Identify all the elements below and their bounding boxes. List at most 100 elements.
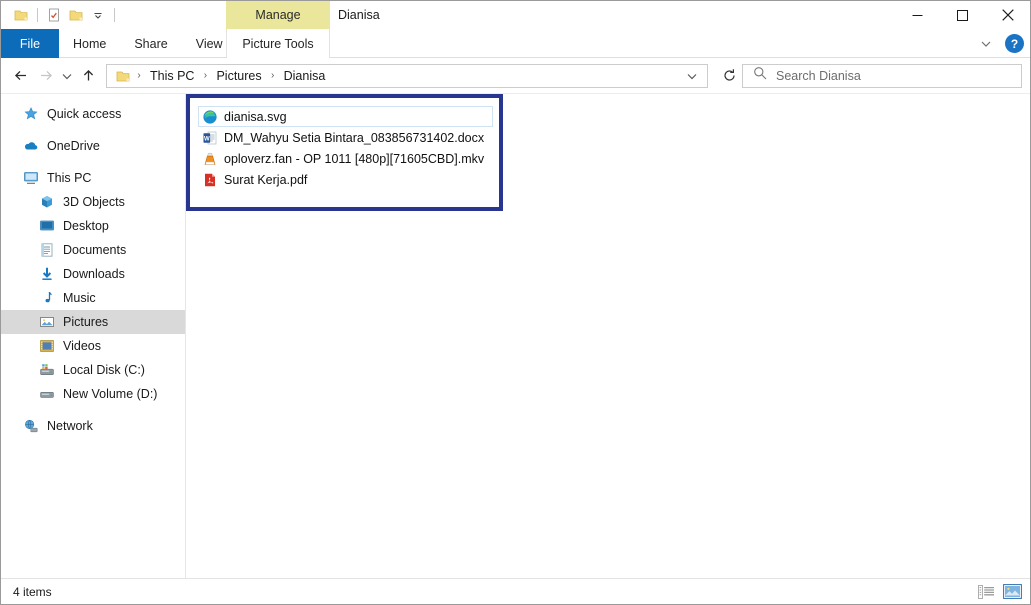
network-icon [23,418,39,434]
address-dropdown-icon[interactable] [679,65,705,87]
up-button[interactable] [76,63,100,89]
tab-file[interactable]: File [1,29,59,58]
breadcrumb-this-pc[interactable]: This PC [145,66,199,86]
address-bar-actions [679,65,705,87]
file-list-highlight-annotation: dianisa.svg W DM_Wahyu Setia Bintara_083… [186,94,503,211]
list-item[interactable]: dianisa.svg [198,106,493,127]
quick-access-toolbar [1,4,120,26]
sidebar-item-label: Local Disk (C:) [63,363,145,377]
item-count-label: 4 items [13,585,52,599]
pictures-icon [39,314,55,330]
sidebar-item-label: Pictures [63,315,108,329]
breadcrumb-separator-1: › [199,70,211,81]
breadcrumb-dianisa[interactable]: Dianisa [279,66,331,86]
drive-icon [39,386,55,402]
sidebar-item-onedrive[interactable]: OneDrive [1,134,185,158]
sidebar-item-3d-objects[interactable]: 3D Objects [1,190,185,214]
sidebar-item-music[interactable]: Music [1,286,185,310]
sidebar-item-label: Quick access [47,107,121,121]
file-name: oploverz.fan - OP 1011 [480p][71605CBD].… [224,152,484,166]
svg-text:W: W [204,136,210,142]
ribbon-collapse-icon[interactable] [973,31,999,57]
sidebar-item-label: Network [47,419,93,433]
sidebar-spacer-2 [1,158,185,166]
desktop-icon [39,218,55,234]
sidebar-item-documents[interactable]: Documents [1,238,185,262]
help-icon[interactable]: ? [1005,34,1024,53]
forward-button[interactable] [33,63,57,89]
breadcrumb-separator-0: › [133,70,145,81]
cube-icon [39,194,55,210]
sidebar-item-label: Music [63,291,96,305]
sidebar-item-videos[interactable]: Videos [1,334,185,358]
search-box[interactable]: Search Dianisa [742,64,1022,88]
sidebar-spacer-1 [1,126,185,134]
file-list-pane[interactable]: dianisa.svg W DM_Wahyu Setia Bintara_083… [186,94,1030,578]
breadcrumb-pictures[interactable]: Pictures [211,66,266,86]
navigation-pane: Quick access OneDrive This PC [1,94,186,578]
sidebar-item-quick-access[interactable]: Quick access [1,102,185,126]
edge-browser-icon [202,109,218,125]
window-title: Dianisa [338,1,380,29]
vlc-media-icon [202,151,218,167]
toolbar-separator-2 [114,8,115,22]
recent-locations-button[interactable] [57,63,76,89]
details-view-button[interactable] [976,583,996,601]
minimize-button[interactable] [895,1,940,29]
properties-icon[interactable] [43,4,65,26]
file-name: dianisa.svg [224,110,287,124]
ribbon-tab-bar: File Home Share View Picture Tools ? [1,29,1030,58]
sidebar-item-pictures[interactable]: Pictures [1,310,185,334]
address-bar[interactable]: › This PC › Pictures › Dianisa [106,64,708,88]
title-bar: Manage Dianisa [1,1,1030,29]
list-item[interactable]: Surat Kerja.pdf [198,169,493,190]
refresh-button[interactable] [716,65,742,87]
sidebar-spacer-3 [1,406,185,414]
tab-share[interactable]: Share [120,29,181,58]
sidebar-item-label: Documents [63,243,126,257]
large-icons-view-button[interactable] [1002,583,1022,601]
maximize-button[interactable] [940,1,985,29]
sidebar-item-label: Downloads [63,267,125,281]
search-icon [753,66,767,85]
folder-icon[interactable] [10,4,32,26]
word-document-icon: W [202,130,218,146]
tab-home[interactable]: Home [59,29,120,58]
monitor-icon [23,170,39,186]
sidebar-item-desktop[interactable]: Desktop [1,214,185,238]
tab-picture-tools[interactable]: Picture Tools [226,29,330,58]
view-mode-buttons [976,583,1022,601]
sidebar-item-label: 3D Objects [63,195,125,209]
sidebar-item-new-volume-d[interactable]: New Volume (D:) [1,382,185,406]
star-icon [23,106,39,122]
sidebar-item-label: New Volume (D:) [63,387,157,401]
pdf-document-icon [202,172,218,188]
music-note-icon [39,290,55,306]
contextual-tab-manage[interactable]: Manage [226,1,330,29]
explorer-body: Quick access OneDrive This PC [1,93,1030,578]
status-bar: 4 items [1,578,1030,604]
toolbar-separator [37,8,38,22]
sidebar-item-local-disk-c[interactable]: Local Disk (C:) [1,358,185,382]
address-bar-row: › This PC › Pictures › Dianisa [1,58,1030,93]
sidebar-item-label: This PC [47,171,91,185]
search-input[interactable]: Search Dianisa [776,69,861,83]
back-button[interactable] [9,63,33,89]
file-name: Surat Kerja.pdf [224,173,307,187]
chevron-down-icon[interactable] [87,4,109,26]
address-folder-icon [113,68,133,84]
sidebar-item-this-pc[interactable]: This PC [1,166,185,190]
sidebar-item-label: OneDrive [47,139,100,153]
system-drive-icon [39,362,55,378]
sidebar-item-downloads[interactable]: Downloads [1,262,185,286]
videos-icon [39,338,55,354]
breadcrumb: › This PC › Pictures › Dianisa [133,66,679,86]
list-item[interactable]: W DM_Wahyu Setia Bintara_083856731402.do… [198,127,493,148]
breadcrumb-separator-2: › [267,70,279,81]
close-button[interactable] [985,1,1030,29]
file-name: DM_Wahyu Setia Bintara_083856731402.docx [224,131,484,145]
documents-icon [39,242,55,258]
sidebar-item-network[interactable]: Network [1,414,185,438]
new-folder-icon[interactable] [65,4,87,26]
list-item[interactable]: oploverz.fan - OP 1011 [480p][71605CBD].… [198,148,493,169]
